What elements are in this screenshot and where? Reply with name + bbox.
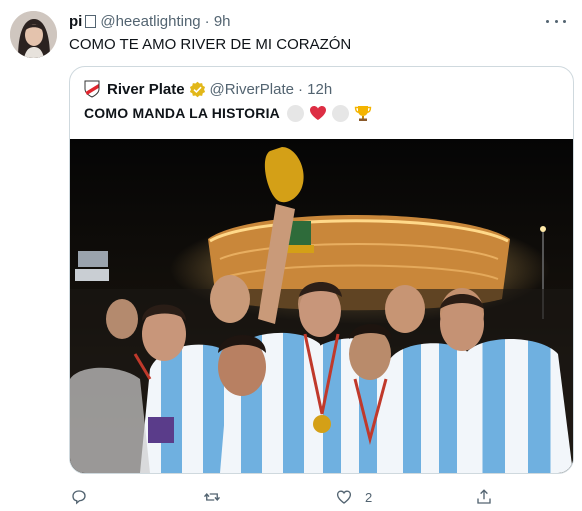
quoted-tweet-text: COMO MANDA LA HISTORIA bbox=[84, 105, 280, 121]
quoted-tweet-text-row: COMO MANDA LA HISTORIA bbox=[84, 103, 372, 123]
river-plate-logo-icon bbox=[84, 80, 100, 98]
trophy-emoji-icon bbox=[354, 106, 372, 121]
like-button[interactable]: 2 bbox=[335, 486, 372, 508]
white-circle-emoji-icon bbox=[331, 104, 349, 122]
red-heart-emoji-icon bbox=[309, 106, 326, 120]
celebration-photo-image bbox=[70, 139, 573, 473]
retweet-icon bbox=[203, 492, 221, 502]
like-count: 2 bbox=[365, 489, 373, 505]
retweet-button[interactable] bbox=[203, 486, 233, 508]
user-avatar[interactable] bbox=[10, 11, 57, 58]
name-emoji-icon bbox=[85, 14, 97, 28]
user-handle[interactable]: @heeatlighting bbox=[100, 13, 200, 30]
more-options-icon[interactable] bbox=[546, 13, 566, 29]
tweet-header: pi @heeatlighting · 9h bbox=[69, 11, 231, 31]
reply-button[interactable] bbox=[70, 486, 100, 508]
white-circle-emoji-icon bbox=[286, 104, 304, 122]
heart-icon bbox=[336, 490, 352, 504]
quoted-tweet[interactable]: River Plate @RiverPlate · 12h COMO MANDA… bbox=[69, 66, 574, 474]
share-button[interactable] bbox=[475, 486, 505, 508]
share-icon bbox=[477, 489, 491, 504]
quoted-timestamp[interactable]: · 12h bbox=[298, 81, 332, 98]
reply-icon bbox=[72, 490, 86, 505]
tweet-action-bar: 2 bbox=[0, 486, 582, 508]
tweet-timestamp[interactable]: · 9h bbox=[205, 13, 231, 30]
tweet-photo[interactable] bbox=[70, 139, 573, 473]
tweet-text: COMO TE AMO RIVER DE MI CORAZÓN bbox=[69, 36, 352, 53]
quoted-display-name[interactable]: River Plate bbox=[107, 81, 185, 98]
quoted-tweet-header: River Plate @RiverPlate · 12h bbox=[84, 79, 332, 99]
quoted-user-handle[interactable]: @RiverPlate bbox=[210, 81, 294, 98]
avatar-image bbox=[10, 11, 57, 58]
display-name[interactable]: pi bbox=[69, 13, 82, 30]
verified-badge-icon bbox=[189, 81, 205, 97]
